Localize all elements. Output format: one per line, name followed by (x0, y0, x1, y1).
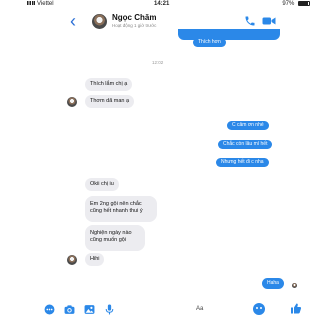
outgoing-message[interactable]: Nhưng hết đi c nha (216, 158, 269, 167)
outgoing-message[interactable]: Chắc còn lâu mí hết (218, 140, 273, 149)
battery-indicator: 97% (282, 1, 310, 7)
outgoing-message[interactable]: Thích hơn (193, 38, 226, 47)
image-icon[interactable] (84, 304, 95, 315)
contact-avatar[interactable] (92, 14, 107, 29)
incoming-message[interactable]: Nghiện ngày nào cũng muốn gội (85, 225, 145, 251)
incoming-message[interactable]: Em 2ng gội nên chắc cũng hết nhanh thui … (85, 196, 157, 222)
sender-avatar (67, 97, 77, 107)
battery-percent: 97% (282, 1, 295, 7)
mic-icon[interactable] (104, 304, 115, 315)
carrier-label: Viettel (27, 1, 54, 7)
incoming-message[interactable]: Thích lắm chị ạ (85, 78, 133, 91)
menu-dots-icon[interactable] (44, 304, 55, 315)
contact-activity-status: Hoạt động 1 giờ trước (112, 23, 157, 28)
outgoing-message[interactable]: C cảm ơn nhé (227, 121, 269, 130)
incoming-message[interactable]: Okii chị iu (85, 178, 119, 191)
back-chevron-icon[interactable]: ‹ (70, 12, 76, 30)
camera-icon[interactable] (64, 304, 75, 315)
video-call-icon[interactable] (262, 16, 276, 26)
sender-avatar (67, 255, 77, 265)
incoming-message[interactable]: Hihi (85, 253, 105, 266)
seen-indicator (292, 283, 297, 288)
composer-bar: Aa (0, 300, 320, 320)
message-timestamp: 12:02 (152, 60, 164, 65)
message-input[interactable]: Aa (196, 306, 203, 312)
clock: 14:21 (154, 1, 170, 7)
contact-name[interactable]: Ngọc Chăm (112, 13, 156, 22)
emoji-icon[interactable] (253, 303, 265, 315)
battery-icon (298, 1, 310, 6)
outgoing-message[interactable]: Haha (262, 278, 284, 289)
call-icon[interactable] (244, 15, 256, 27)
like-icon[interactable] (290, 302, 302, 315)
incoming-message[interactable]: Thơm dã man ạ (85, 95, 135, 108)
status-bar: Viettel 14:21 97% (0, 0, 320, 10)
